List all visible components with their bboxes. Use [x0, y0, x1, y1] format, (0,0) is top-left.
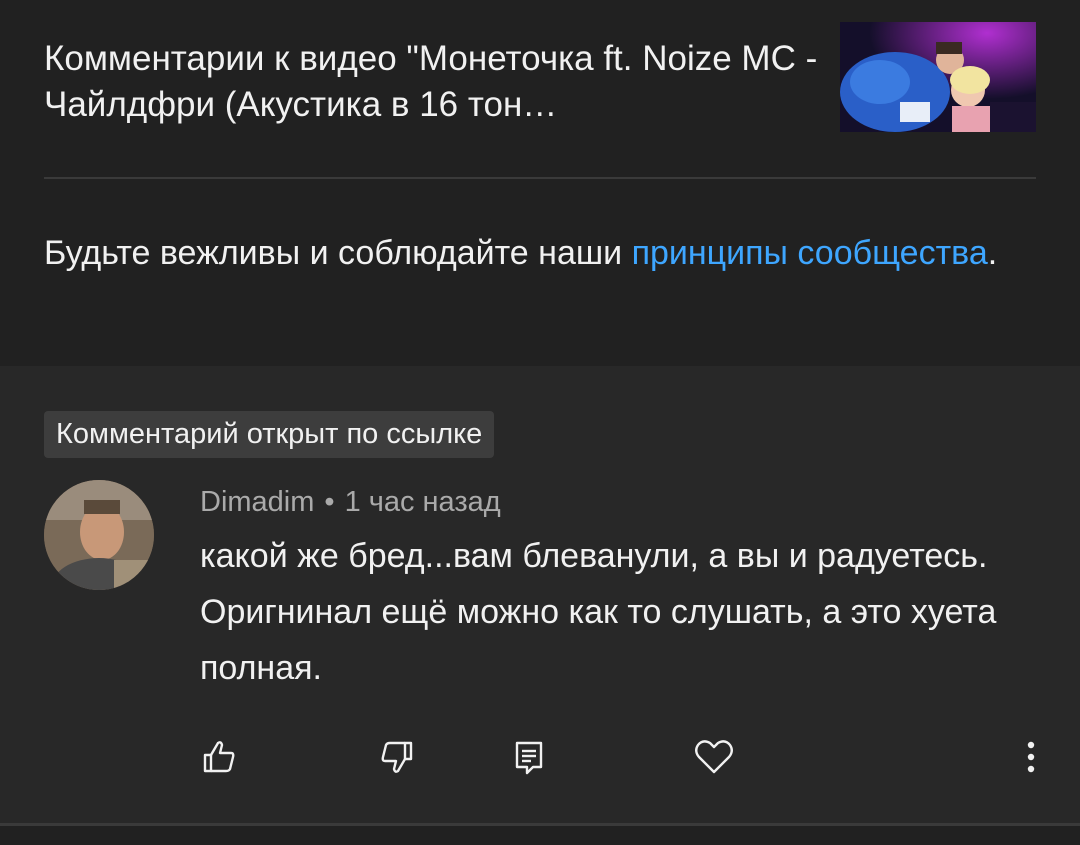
linked-comment-badge: Комментарий открыт по ссылке — [44, 411, 495, 458]
video-title: Комментарии к видео "Монеточка ft. Noize… — [44, 39, 818, 124]
comment-meta: Dimadim • 1 час назад — [200, 482, 501, 522]
guidelines-text: Будьте вежливы и соблюдайте наши — [44, 234, 632, 272]
video-thumbnail[interactable] — [840, 22, 1036, 132]
community-guidelines-notice: Будьте вежливы и соблюдайте наши принцип… — [44, 230, 1004, 276]
heart-icon — [695, 740, 733, 774]
more-options-button[interactable] — [1006, 732, 1056, 782]
thumb-up-icon — [203, 741, 235, 773]
bottom-strip — [0, 826, 1080, 845]
comment-text: какой же бред...вам блеванули, а вы и ра… — [200, 537, 997, 687]
thumb-down-icon — [381, 741, 413, 773]
avatar[interactable] — [44, 480, 154, 590]
linked-comment: Комментарий открыт по ссылке Dimadim • 1 ч… — [0, 366, 1080, 825]
more-vert-icon — [1027, 741, 1035, 773]
community-guidelines-link[interactable]: принципы сообщества — [632, 234, 988, 272]
dislike-button[interactable] — [372, 732, 422, 782]
comments-header: Комментарии к видео "Монеточка ft. Noize… — [0, 0, 1080, 178]
comment-author[interactable]: Dimadim — [200, 486, 314, 518]
meta-separator: • — [324, 486, 335, 518]
comment-time[interactable]: 1 час назад — [345, 486, 501, 518]
reply-icon — [515, 741, 543, 775]
guidelines-period: . — [987, 234, 998, 272]
reply-button[interactable] — [504, 732, 554, 782]
heart-button[interactable] — [689, 732, 739, 782]
like-button[interactable] — [194, 732, 244, 782]
header-divider — [44, 177, 1036, 179]
